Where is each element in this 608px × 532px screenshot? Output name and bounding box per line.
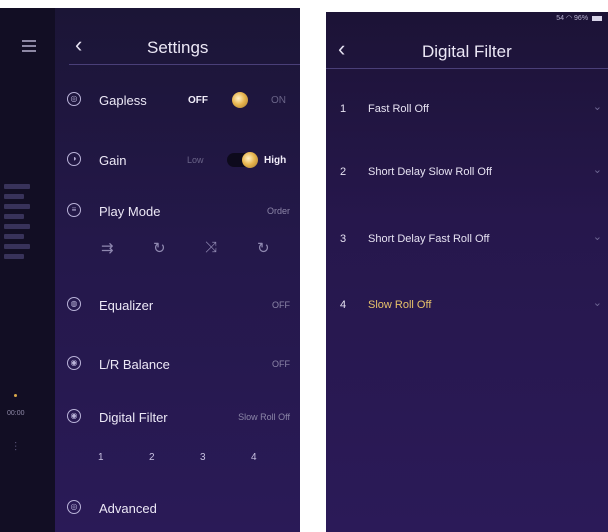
gapless-icon: ◎ [67, 92, 81, 106]
settings-header: ‹ Settings [55, 8, 300, 65]
setting-equalizer[interactable]: ◍ Equalizer OFF [55, 293, 300, 317]
setting-gain[interactable]: ◑ Gain Low High [55, 148, 300, 172]
setting-advanced[interactable]: ◎ Advanced [55, 496, 300, 520]
setting-value: OFF [272, 359, 290, 369]
filter-item[interactable]: 2 Short Delay Slow Roll Off ⌄ [326, 157, 608, 187]
equalizer-icon: ◍ [67, 297, 81, 311]
digital-filter-icon: ◉ [67, 409, 81, 423]
filter-option-1[interactable]: 1 [98, 452, 104, 463]
filter-number: 3 [340, 233, 347, 245]
setting-gapless[interactable]: ◎ Gapless OFF ON [55, 88, 300, 112]
setting-label: Gapless [99, 93, 147, 108]
filter-option-3[interactable]: 3 [200, 452, 206, 463]
page-title: Digital Filter [422, 42, 512, 61]
setting-label: Advanced [99, 501, 157, 516]
setting-label: Equalizer [99, 298, 154, 313]
shuffle-icon[interactable]: ⤨ [205, 239, 217, 256]
setting-label: L/R Balance [99, 357, 170, 372]
play-mode-icon: ≡ [67, 203, 81, 217]
gain-toggle[interactable] [242, 152, 258, 168]
page-title: Settings [147, 38, 209, 57]
setting-play-mode[interactable]: ≡ Play Mode Order [55, 199, 300, 223]
repeat-one-icon[interactable]: ↻ [153, 239, 166, 257]
filter-name: Fast Roll Off [368, 103, 429, 115]
setting-digital-filter[interactable]: ◉ Digital Filter Slow Roll Off [55, 405, 300, 429]
advanced-icon: ◎ [67, 500, 81, 514]
chevron-down-icon[interactable]: ⌄ [593, 163, 602, 176]
gapless-toggle[interactable] [232, 92, 248, 108]
playback-time: 00:00 [7, 410, 25, 417]
back-icon[interactable]: ‹ [75, 32, 82, 58]
gain-icon: ◑ [67, 152, 81, 166]
filter-item[interactable]: 3 Short Delay Fast Roll Off ⌄ [326, 224, 608, 254]
setting-label: Gain [99, 153, 127, 168]
chevron-down-icon[interactable]: ⌄ [593, 296, 602, 309]
setting-label: Digital Filter [99, 410, 168, 425]
repeat-all-icon[interactable]: ↻ [257, 239, 270, 257]
digital-filter-screen: 54 ◠ 96% ‹ Digital Filter 1 Fast Roll Of… [326, 12, 608, 532]
filter-number: 1 [340, 103, 347, 115]
menu-icon[interactable] [22, 40, 36, 55]
filter-name: Short Delay Fast Roll Off [368, 233, 490, 245]
filter-quick-select: 1 2 3 4 [95, 452, 295, 466]
filter-item[interactable]: 1 Fast Roll Off ⌄ [326, 94, 608, 124]
filter-option-2[interactable]: 2 [149, 452, 155, 463]
play-mode-options: ⇉ ↻ ⤨ ↻ [95, 239, 295, 261]
divider [69, 64, 300, 65]
chevron-down-icon[interactable]: ⌄ [593, 230, 602, 243]
filter-option-4[interactable]: 4 [251, 452, 257, 463]
setting-value: Slow Roll Off [238, 412, 290, 422]
gapless-off-label: OFF [188, 95, 208, 106]
sidebar-track-info [4, 184, 30, 264]
settings-panel: ‹ Settings ◎ Gapless OFF ON ◑ Gain Low H… [55, 8, 300, 532]
progress-dot [14, 394, 17, 397]
setting-lr-balance[interactable]: ◉ L/R Balance OFF [55, 352, 300, 376]
gain-high-label: High [264, 155, 287, 166]
repeat-list-icon[interactable]: ⇉ [101, 239, 114, 257]
setting-value: OFF [272, 300, 290, 310]
chevron-down-icon[interactable]: ⌄ [593, 100, 602, 113]
divider [326, 68, 608, 69]
gapless-on-label: ON [271, 95, 286, 106]
player-sidebar: 00:00 ⫶ [0, 8, 55, 532]
back-icon[interactable]: ‹ [338, 36, 345, 62]
filter-item-selected[interactable]: 4 Slow Roll Off ⌄ [326, 290, 608, 320]
filter-number: 4 [340, 299, 347, 311]
filter-name: Slow Roll Off [368, 299, 432, 311]
gain-low-label: Low [187, 155, 204, 165]
setting-value: Order [266, 206, 290, 216]
filter-number: 2 [340, 166, 347, 178]
filter-name: Short Delay Slow Roll Off [368, 166, 492, 178]
eq-bars-icon: ⫶ [14, 440, 18, 454]
settings-screen: 00:00 ⫶ ‹ Settings ◎ Gapless OFF ON ◑ Ga… [0, 8, 300, 532]
filter-header: ‹ Digital Filter [326, 12, 608, 69]
balance-icon: ◉ [67, 356, 81, 370]
setting-label: Play Mode [99, 204, 161, 219]
